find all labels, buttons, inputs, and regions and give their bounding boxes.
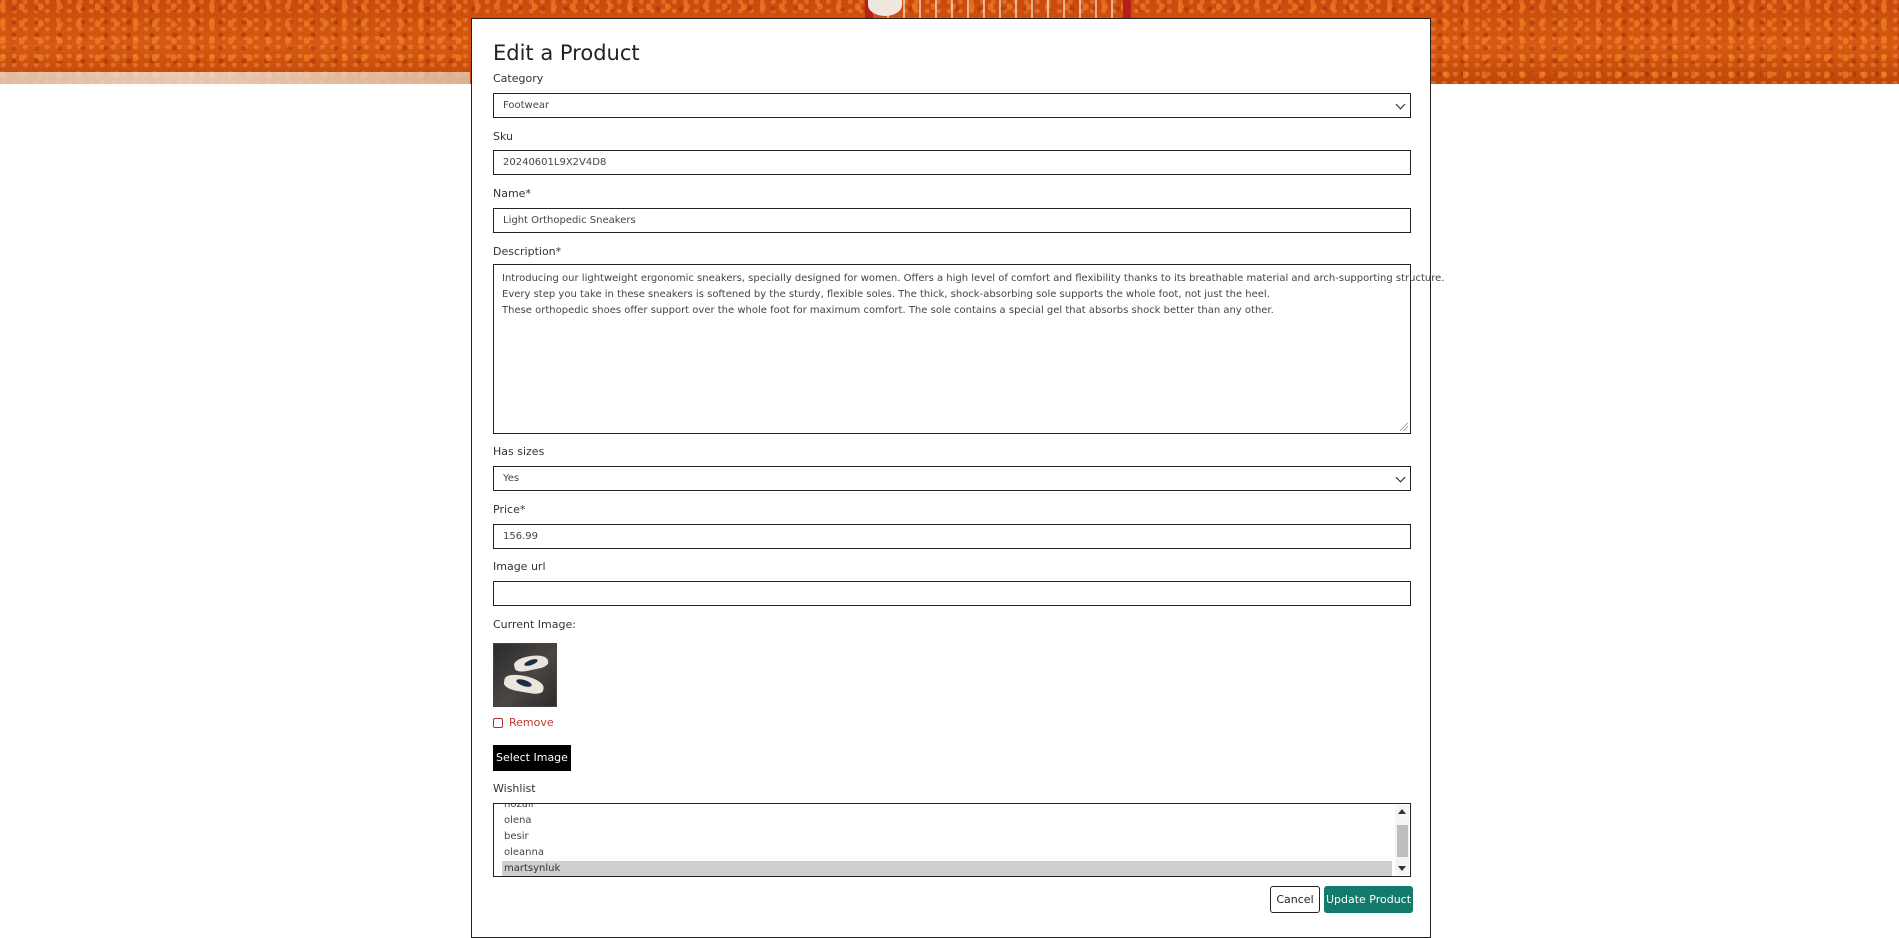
list-item[interactable]: olena: [502, 813, 1392, 829]
scrollbar-thumb[interactable]: [1397, 825, 1408, 857]
price-label: Price*: [493, 503, 526, 516]
update-product-button[interactable]: Update Product: [1324, 886, 1413, 913]
sku-label: Sku: [493, 130, 513, 143]
current-image-label: Current Image:: [493, 618, 576, 631]
image-url-input[interactable]: [493, 581, 1411, 606]
cancel-button[interactable]: Cancel: [1270, 886, 1320, 913]
price-input[interactable]: 156.99: [493, 524, 1411, 549]
description-line: Every step you take in these sneakers is…: [502, 289, 1270, 300]
category-value: Footwear: [503, 100, 550, 111]
chevron-down-icon: [1395, 99, 1406, 110]
wishlist-label: Wishlist: [493, 782, 536, 795]
sku-input[interactable]: 20240601L9X2V4D8: [493, 150, 1411, 175]
description-line: Introducing our lightweight ergonomic sn…: [502, 273, 1445, 284]
name-value: Light Orthopedic Sneakers: [503, 215, 636, 226]
edit-product-card: Edit a Product Category Footwear Sku 202…: [471, 18, 1445, 938]
category-label: Category: [493, 72, 544, 85]
name-input[interactable]: Light Orthopedic Sneakers: [493, 208, 1411, 233]
remove-image-checkbox[interactable]: [493, 718, 503, 728]
sku-value: 20240601L9X2V4D8: [503, 157, 607, 168]
category-select[interactable]: Footwear: [493, 93, 1411, 118]
price-value: 156.99: [503, 531, 538, 542]
description-textarea[interactable]: Introducing our lightweight ergonomic sn…: [493, 264, 1445, 434]
image-url-label: Image url: [493, 560, 546, 573]
list-item[interactable]: oleanna: [502, 845, 1392, 861]
remove-image-label[interactable]: Remove: [509, 716, 554, 729]
chevron-down-icon: [1395, 472, 1406, 483]
list-item[interactable]: besir: [502, 829, 1392, 845]
current-product-image: [493, 643, 557, 707]
name-label: Name*: [493, 187, 531, 200]
resize-handle-icon[interactable]: [1400, 423, 1408, 431]
has-sizes-value: Yes: [503, 473, 520, 484]
arrow-up-icon[interactable]: [1398, 809, 1406, 814]
has-sizes-select[interactable]: Yes: [493, 466, 1411, 491]
wishlist-scrollbar[interactable]: [1395, 805, 1409, 875]
wishlist-multiselect[interactable]: nozali olena besir oleanna martsynluk: [493, 803, 1411, 877]
list-item[interactable]: nozali: [502, 804, 1392, 813]
description-line: These orthopedic shoes offer support ove…: [502, 305, 1274, 316]
description-label: Description*: [493, 245, 562, 258]
list-item-selected[interactable]: martsynluk: [502, 861, 1392, 876]
arrow-down-icon[interactable]: [1398, 866, 1406, 871]
select-image-button[interactable]: Select Image: [493, 745, 571, 771]
page-title: Edit a Product: [493, 41, 640, 65]
hero-court-line: [0, 72, 470, 84]
has-sizes-label: Has sizes: [493, 445, 545, 458]
